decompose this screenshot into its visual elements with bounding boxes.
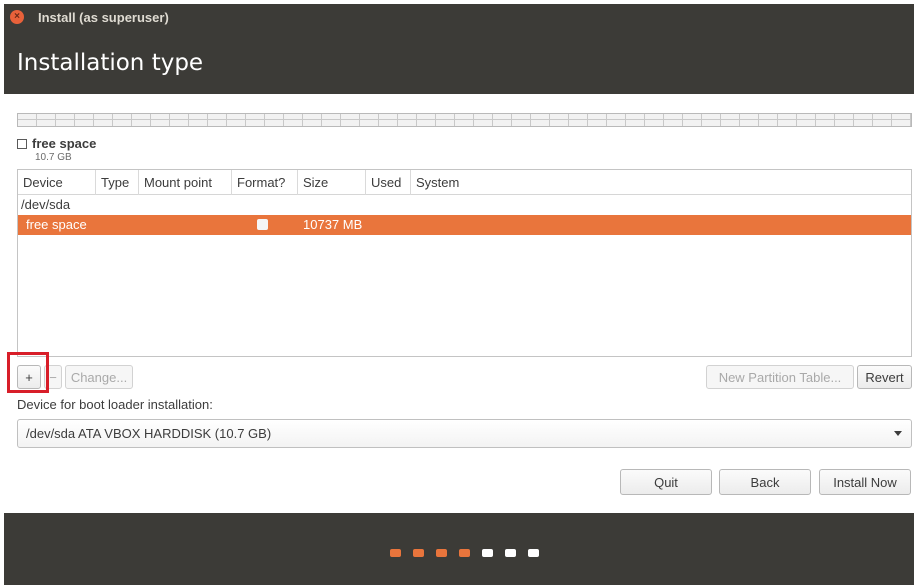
partition-table: Device Type Mount point Format? Size Use… xyxy=(17,169,912,357)
page-title: Installation type xyxy=(17,50,204,76)
progress-dot-done xyxy=(413,549,424,557)
progress-dots xyxy=(390,549,539,557)
page-header: Installation type xyxy=(4,30,914,94)
column-system[interactable]: System xyxy=(411,170,911,195)
table-row-device[interactable]: /dev/sda xyxy=(18,195,911,215)
column-used[interactable]: Used xyxy=(366,170,411,195)
dropdown-arrow-icon xyxy=(894,431,902,436)
progress-footer xyxy=(4,513,914,585)
partition-bar xyxy=(17,113,912,127)
legend-name: free space xyxy=(32,136,97,151)
new-partition-table-button[interactable]: New Partition Table... xyxy=(706,365,854,389)
change-partition-button[interactable]: Change... xyxy=(65,365,133,389)
add-button-highlight xyxy=(7,352,49,393)
partition-legend: free space 10.7 GB xyxy=(17,136,96,163)
table-row-free-space[interactable]: free space 10737 MB xyxy=(18,215,911,235)
window-titlebar: × Install (as superuser) xyxy=(4,4,914,30)
cell-system xyxy=(411,215,416,235)
progress-dot-done xyxy=(390,549,401,557)
column-type[interactable]: Type xyxy=(96,170,139,195)
cell-format xyxy=(232,215,298,235)
cell-device: free space xyxy=(26,217,87,232)
format-checkbox[interactable] xyxy=(257,219,268,231)
progress-dot-done xyxy=(436,549,447,557)
boot-loader-select[interactable]: /dev/sda ATA VBOX HARDDISK (10.7 GB) xyxy=(17,419,912,448)
close-icon[interactable]: × xyxy=(10,10,24,24)
progress-dot-pending xyxy=(528,549,539,557)
quit-button[interactable]: Quit xyxy=(620,469,712,495)
cell-mount xyxy=(139,215,232,235)
column-size[interactable]: Size xyxy=(298,170,366,195)
progress-dot-pending xyxy=(482,549,493,557)
revert-button[interactable]: Revert xyxy=(857,365,912,389)
table-header: Device Type Mount point Format? Size Use… xyxy=(18,170,911,195)
boot-loader-label: Device for boot loader installation: xyxy=(17,397,213,412)
cell-type xyxy=(96,215,139,235)
progress-dot-done xyxy=(459,549,470,557)
boot-loader-value: /dev/sda ATA VBOX HARDDISK (10.7 GB) xyxy=(26,426,272,441)
cell-size: 10737 MB xyxy=(303,217,363,232)
progress-dot-pending xyxy=(505,549,516,557)
column-mount-point[interactable]: Mount point xyxy=(139,170,232,195)
column-format[interactable]: Format? xyxy=(232,170,298,195)
back-button[interactable]: Back xyxy=(719,469,811,495)
legend-swatch xyxy=(17,138,27,149)
install-now-button[interactable]: Install Now xyxy=(819,469,911,495)
window-title: Install (as superuser) xyxy=(38,9,169,25)
cell-used xyxy=(366,215,411,235)
column-device[interactable]: Device xyxy=(18,170,96,195)
legend-size: 10.7 GB xyxy=(35,152,72,163)
device-name: /dev/sda xyxy=(21,197,71,212)
